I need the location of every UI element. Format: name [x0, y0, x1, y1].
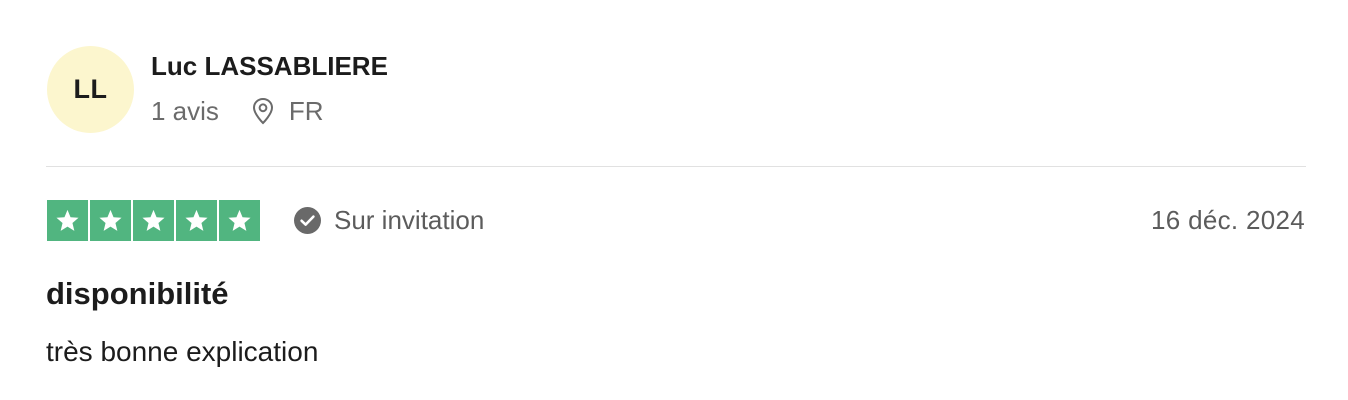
- review-body: très bonne explication: [46, 336, 319, 367]
- avatar-initials: LL: [73, 74, 108, 104]
- star-icon: [90, 200, 131, 241]
- review-date: 16 déc. 2024: [1151, 204, 1305, 235]
- review-title[interactable]: disponibilité: [46, 276, 229, 312]
- check-circle-icon: [294, 206, 321, 234]
- verification-label: Sur invitation: [334, 204, 485, 235]
- star-rating: [47, 200, 260, 241]
- avatar[interactable]: LL: [47, 46, 134, 133]
- star-icon: [176, 200, 217, 241]
- location-pin-icon: [251, 97, 275, 125]
- review-card: LL Luc LASSABLIERE 1 avis FR Sur invitat…: [0, 0, 1348, 400]
- star-icon: [133, 200, 174, 241]
- verification-badge[interactable]: Sur invitation: [293, 203, 484, 237]
- reviewer-name[interactable]: Luc LASSABLIERE: [151, 51, 388, 82]
- reviewer-meta: 1 avis FR: [151, 94, 324, 128]
- star-icon: [219, 200, 260, 241]
- star-icon: [47, 200, 88, 241]
- divider: [46, 166, 1306, 167]
- review-count: 1 avis: [151, 95, 219, 126]
- reviewer-country: FR: [288, 95, 324, 126]
